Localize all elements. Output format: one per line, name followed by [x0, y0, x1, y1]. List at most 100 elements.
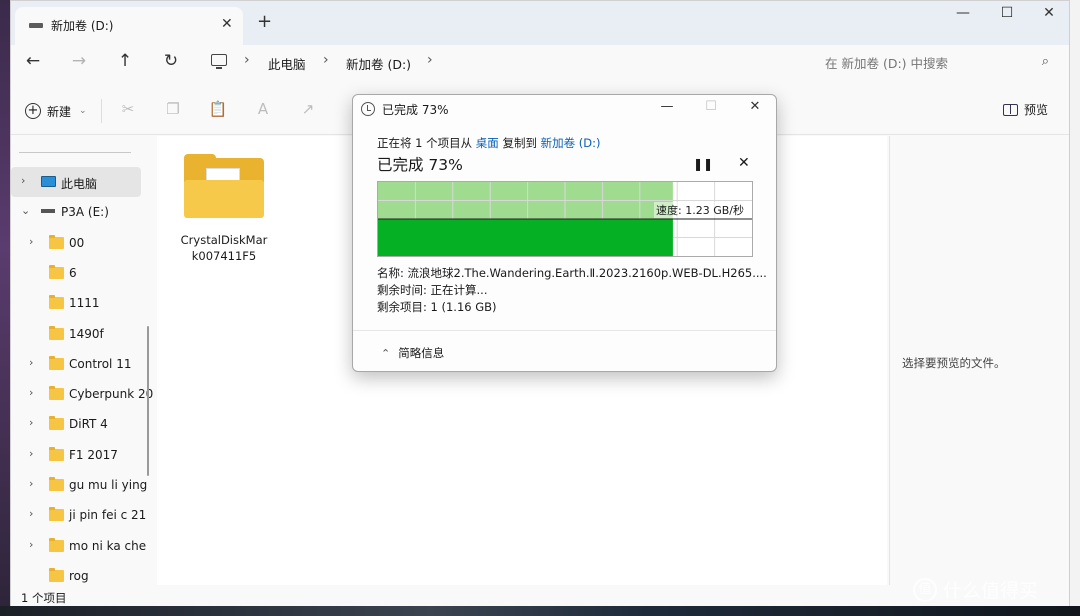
sidebar-item-label: 1111: [69, 296, 100, 311]
progress-headline: 已完成 73%: [377, 156, 463, 174]
file-name: CrystalDiskMark007411F5: [180, 233, 268, 263]
file-item[interactable]: CrystalDiskMark007411F5: [179, 154, 269, 264]
address-row: ← → ↑ ↻ › 此电脑 › 新加卷 (D:) › ⌕: [11, 45, 1069, 81]
speed-area: [378, 219, 673, 256]
destination-link[interactable]: 新加卷 (D:): [541, 136, 601, 150]
close-button[interactable]: ✕: [1029, 5, 1069, 27]
breadcrumb-separator-icon[interactable]: ›: [323, 52, 329, 68]
pause-button[interactable]: ❚❚: [693, 157, 713, 171]
sidebar-item-label: 1490f: [69, 326, 104, 341]
breadcrumb-this-pc[interactable]: 此电脑: [268, 54, 306, 73]
sidebar-item[interactable]: › DiRT 4: [11, 409, 141, 439]
sidebar-item[interactable]: 1490f: [11, 319, 141, 349]
sidebar-item[interactable]: 1111: [11, 288, 141, 318]
up-button[interactable]: ↑: [111, 51, 139, 75]
tab-title: 新加卷 (D:): [51, 19, 114, 33]
divider: [101, 99, 102, 123]
drive-icon: [29, 23, 43, 28]
new-label: 新建: [47, 104, 72, 119]
navigation-pane: › 此电脑 ⌄ P3A (E:) › 00 6 1111 1490f › Control 11 › Cy…: [11, 136, 156, 585]
desktop-background: [0, 0, 10, 616]
copy-icon[interactable]: ❐: [162, 100, 184, 122]
dialog-maximize-button[interactable]: ☐: [695, 99, 727, 119]
divider: [19, 152, 131, 153]
sidebar-item[interactable]: 6: [11, 258, 141, 288]
forward-button[interactable]: →: [65, 51, 93, 75]
back-button[interactable]: ←: [19, 51, 47, 75]
new-tab-button[interactable]: +: [257, 11, 272, 32]
share-icon[interactable]: ↗: [297, 100, 319, 122]
rename-icon[interactable]: A: [252, 100, 274, 122]
paste-icon[interactable]: 📋: [207, 100, 229, 122]
folder-icon: [49, 234, 64, 249]
dialog-minimize-button[interactable]: —: [651, 99, 683, 119]
sidebar-item[interactable]: › 此电脑: [11, 167, 141, 197]
maximize-button[interactable]: ☐: [987, 5, 1027, 27]
search-input[interactable]: [811, 49, 1061, 77]
tab-close-icon[interactable]: ✕: [221, 16, 233, 32]
source-link[interactable]: 桌面: [476, 136, 499, 150]
sidebar-item[interactable]: › ji pin fei c 21: [11, 500, 146, 530]
copy-description-prefix: 正在将 1 个项目从: [377, 136, 476, 150]
transfer-details: 名称: 流浪地球2.The.Wandering.Earth.Ⅱ.2023.216…: [377, 265, 767, 316]
new-button[interactable]: + 新建 ⌄: [25, 99, 87, 123]
dialog-close-button[interactable]: ✕: [739, 99, 771, 119]
sidebar-item-label: P3A (E:): [61, 205, 109, 220]
title-bar: 新加卷 (D:) ✕ + — ☐ ✕: [11, 1, 1069, 45]
fewer-details-toggle[interactable]: ⌃ 简略信息: [381, 345, 444, 361]
chevron-right-icon[interactable]: ›: [29, 235, 33, 248]
tab-drive-d[interactable]: 新加卷 (D:) ✕: [15, 7, 243, 45]
refresh-button[interactable]: ↻: [157, 51, 185, 75]
sidebar-item-label: Control 11: [69, 356, 132, 371]
preview-pane-icon: [1003, 103, 1018, 116]
status-bar: 1 个项目: [11, 586, 1069, 606]
sidebar-item[interactable]: ⌄ P3A (E:): [11, 197, 141, 227]
copy-description-mid: 复制到: [498, 136, 541, 150]
breadcrumb-separator-icon[interactable]: ›: [244, 52, 250, 68]
time-remaining-line: 剩余时间: 正在计算...: [377, 283, 488, 297]
sidebar-item-label: Cyberpunk 20: [69, 387, 154, 402]
chevron-right-icon[interactable]: ›: [29, 416, 33, 429]
breadcrumb-drive-d[interactable]: 新加卷 (D:): [346, 54, 411, 73]
sidebar-item-label: 此电脑: [61, 177, 98, 191]
preview-label: 预览: [1024, 103, 1049, 117]
folder-icon: [49, 507, 64, 522]
cut-icon[interactable]: ✂: [117, 100, 139, 122]
dialog-title-bar: 已完成 73% — ☐ ✕: [353, 95, 776, 123]
search-box[interactable]: ⌕: [811, 49, 1061, 77]
chevron-right-icon[interactable]: ›: [29, 477, 33, 490]
chevron-right-icon[interactable]: ›: [29, 447, 33, 460]
search-icon[interactable]: ⌕: [1042, 54, 1049, 69]
speed-label: 速度: 1.23 GB/秒: [654, 202, 746, 218]
speed-graph-svg: [378, 182, 752, 256]
chevron-right-icon[interactable]: ›: [29, 356, 33, 369]
breadcrumb-separator-icon[interactable]: ›: [427, 52, 433, 68]
folder-icon: [49, 295, 64, 310]
folder-icon: [49, 386, 64, 401]
chevron-down-icon[interactable]: ⌄: [21, 204, 30, 217]
folder-icon: [49, 446, 64, 461]
cancel-copy-button[interactable]: ✕: [738, 155, 750, 171]
sidebar-scrollbar[interactable]: [147, 326, 149, 476]
minimize-button[interactable]: —: [943, 5, 983, 27]
progress-icon: [361, 102, 375, 116]
chevron-up-icon: ⌃: [381, 346, 391, 360]
sidebar-item[interactable]: › gu mu li ying: [11, 470, 147, 500]
sidebar-item[interactable]: › Control 11: [11, 349, 141, 379]
preview-button[interactable]: 预览: [1003, 101, 1048, 118]
copy-description: 正在将 1 个项目从 桌面 复制到 新加卷 (D:): [377, 135, 600, 151]
chevron-right-icon[interactable]: ›: [21, 174, 25, 187]
sidebar-item-label: 00: [69, 235, 85, 250]
preview-message: 选择要预览的文件。: [902, 356, 1006, 370]
sidebar-item[interactable]: › 00: [11, 228, 141, 258]
chevron-right-icon[interactable]: ›: [29, 386, 33, 399]
sidebar-item-label: rog: [69, 568, 89, 583]
chevron-right-icon[interactable]: ›: [29, 507, 33, 520]
sidebar-item[interactable]: › F1 2017: [11, 440, 141, 470]
computer-icon[interactable]: [211, 54, 227, 69]
chevron-right-icon[interactable]: ›: [29, 538, 33, 551]
sidebar-item[interactable]: › Cyberpunk 20: [11, 379, 153, 409]
dialog-title: 已完成 73%: [382, 103, 449, 117]
sidebar-item[interactable]: › mo ni ka che: [11, 531, 146, 561]
sidebar-item-label: DiRT 4: [69, 417, 108, 432]
